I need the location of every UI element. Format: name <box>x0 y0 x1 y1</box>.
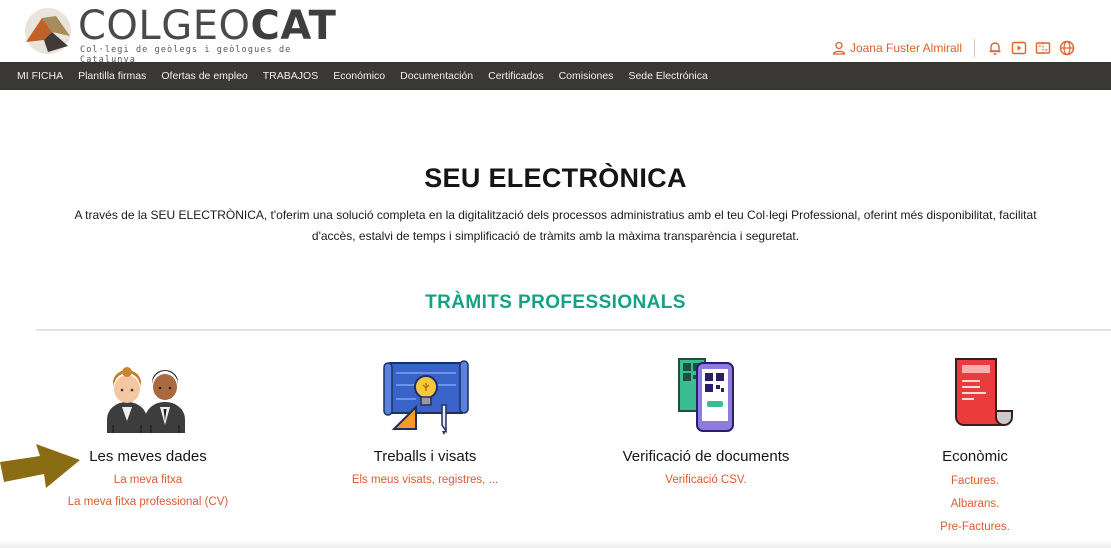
ticket-icon[interactable] <box>1035 40 1051 56</box>
nav-item-economico[interactable]: Económico <box>333 70 385 82</box>
link-albarans[interactable]: Albarans. <box>895 498 1055 511</box>
card-verificacio-documents: Verificació de documents Verificació CSV… <box>600 355 812 487</box>
user-toolbar: Joana Fuster Almirall <box>832 38 1075 58</box>
logo-wordmark: COLGEOCAT <box>78 3 337 49</box>
link-factures[interactable]: Factures. <box>895 475 1055 488</box>
page-title: SEU ELECTRÒNICA <box>424 163 687 193</box>
header-divider <box>974 39 975 57</box>
card-title: Econòmic <box>942 448 1008 465</box>
nav-item-certificados[interactable]: Certificados <box>488 70 543 82</box>
user-icon <box>832 41 846 55</box>
blueprint-illustration-icon <box>380 355 470 435</box>
people-illustration-icon <box>103 355 193 435</box>
nav-item-plantilla-firmas[interactable]: Plantilla firmas <box>78 70 146 82</box>
main-navigation: MI FICHA Plantilla firmas Ofertas de emp… <box>0 62 1111 90</box>
card-title: Verificació de documents <box>622 448 790 465</box>
card-title: Treballs i visats <box>373 448 477 465</box>
nav-item-ofertas-de-empleo[interactable]: Ofertas de empleo <box>161 70 247 82</box>
logo-mark-icon <box>25 8 71 54</box>
card-treballs-i-visats: Treballs i visats Els meus visats, regis… <box>325 355 525 487</box>
nav-item-trabajos[interactable]: TRABAJOS <box>263 70 318 82</box>
bell-icon[interactable] <box>987 40 1003 56</box>
footer-shadow <box>0 540 1111 548</box>
intro-line-2: d'accès, estalvi de temps i simplificaci… <box>311 229 800 243</box>
link-els-meus-visats[interactable]: Els meus visats, registres, ... <box>325 474 525 487</box>
user-profile-link[interactable]: Joana Fuster Almirall <box>832 41 962 55</box>
nav-item-documentacion[interactable]: Documentación <box>400 70 473 82</box>
intro-paragraph: A través de la SEU ELECTRÒNICA, t'oferim… <box>0 205 1111 247</box>
user-name: Joana Fuster Almirall <box>849 41 962 55</box>
site-header: COLGEOCAT Col·legi de geòlegs i geòlogue… <box>0 0 1111 65</box>
section-divider <box>36 329 1111 331</box>
invoice-illustration-icon <box>930 355 1020 435</box>
nav-item-comisiones[interactable]: Comisiones <box>559 70 614 82</box>
colgeocat-logo[interactable]: COLGEOCAT Col·legi de geòlegs i geòlogue… <box>22 4 336 65</box>
intro-line-1: A través de la SEU ELECTRÒNICA, t'oferim… <box>74 208 1037 222</box>
globe-icon[interactable] <box>1059 40 1075 56</box>
link-pre-factures[interactable]: Pre-Factures. <box>895 521 1055 534</box>
nav-item-sede-electronica[interactable]: Sede Electrónica <box>628 70 707 82</box>
annotation-arrow-icon <box>0 444 80 488</box>
card-economic: Econòmic Factures. Albarans. Pre-Facture… <box>895 355 1055 534</box>
qr-phone-illustration-icon <box>661 355 751 435</box>
section-title: TRÀMITS PROFESSIONALS <box>425 292 686 313</box>
video-icon[interactable] <box>1011 40 1027 56</box>
link-verificacio-csv[interactable]: Verificació CSV. <box>600 474 812 487</box>
nav-item-mi-ficha[interactable]: MI FICHA <box>17 70 63 82</box>
